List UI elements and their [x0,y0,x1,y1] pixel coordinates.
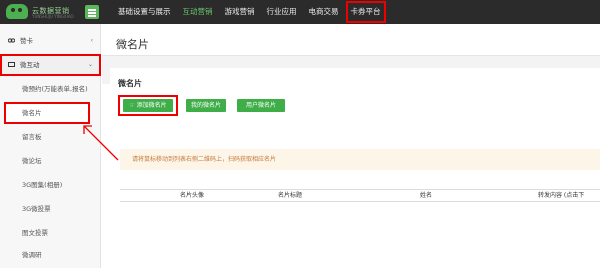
chevron-left-icon: ‹ [90,37,93,44]
logo-subtext: YUNSHUJU YINGXIAO [32,14,74,19]
sidebar-item-label: 图文投票 [22,229,48,237]
panel-title: 微名片 [118,79,142,88]
main-nav: 基础设置与展示 互动营销 游戏营销 行业应用 电商交易 卡券平台 [112,0,387,24]
column-header-share-content: 转发内容 (点击下 [538,192,585,199]
sidebar-item-weiyuyue[interactable]: 微预约(万能表单,报名) [0,78,101,100]
column-header-name: 姓名 [420,192,433,199]
add-card-label: 添加微名片 [136,102,167,109]
nav-item-interactive-marketing[interactable]: 互动营销 [177,0,219,24]
link-icon [8,38,15,43]
notice-banner: 请将鼠标移动到列表右侧二维码上，扫码获取相应名片 [120,149,600,170]
logo[interactable]: 云数据营销 YUNSHUJU YINGXIAO [6,3,80,20]
sidebar-item-zanka[interactable]: 赞卡 ‹ [0,30,101,52]
hamburger-icon [88,9,96,11]
column-header-title: 名片标题 [278,192,303,199]
sidebar-item-label: 微论坛 [22,157,42,165]
main-content: 微名片 微名片 ☞ 添加微名片 我的微名片 用户微名片 请将鼠标移动到列表右侧二… [102,24,600,268]
logo-mark-icon [6,4,28,19]
nav-item-coupon-platform[interactable]: 卡券平台 [345,0,387,24]
sidebar-item-image-text-vote[interactable]: 图文投票 [0,222,101,244]
card-panel: 微名片 ☞ 添加微名片 我的微名片 用户微名片 请将鼠标移动到列表右侧二维码上，… [110,68,600,268]
top-navigation-bar: 云数据营销 YUNSHUJU YINGXIAO 基础设置与展示 互动营销 游戏营… [0,0,600,24]
sidebar-item-label: 微预约(万能表单,报名) [22,85,88,93]
chevron-down-icon: ⌄ [87,61,93,68]
grid-icon [8,62,15,67]
sidebar-item-label: 微名片 [22,109,42,117]
nav-item-basic-settings[interactable]: 基础设置与展示 [112,0,177,24]
sidebar-item-label: 微互动 [20,61,40,69]
column-header-avatar: 名片头像 [180,192,205,199]
table-header: 名片头像 名片标题 姓名 转发内容 (点击下 [120,189,600,202]
sidebar-item-label: 3G图集(相册) [22,181,63,189]
sidebar-item-label: 留言板 [22,133,42,141]
sidebar-item-weidiaoyan[interactable]: 微调研 [0,244,101,266]
sidebar-item-weimingpian[interactable]: 微名片 [4,102,90,124]
menu-toggle-button[interactable] [85,5,99,19]
sidebar-item-3g-album[interactable]: 3G图集(相册) [0,174,101,196]
sidebar-item-3g-vote[interactable]: 3G微投票 [0,198,101,220]
nav-item-industry-apps[interactable]: 行业应用 [261,0,303,24]
sidebar-item-label: 赞卡 [20,37,33,45]
hand-pointer-icon: ☞ [129,102,137,109]
my-cards-button[interactable]: 我的微名片 [186,99,226,112]
sidebar-item-weihudong[interactable]: 微互动 ⌄ [0,54,101,76]
sidebar-item-label: 微调研 [22,251,42,259]
sidebar-item-label: 3G微投票 [22,205,51,213]
page-title: 微名片 [116,38,149,51]
add-card-button[interactable]: ☞ 添加微名片 [123,99,173,112]
user-cards-button[interactable]: 用户微名片 [237,99,285,112]
nav-item-ecommerce[interactable]: 电商交易 [303,0,345,24]
nav-item-game-marketing[interactable]: 游戏营销 [219,0,261,24]
annotation-arrow-icon [83,125,119,161]
